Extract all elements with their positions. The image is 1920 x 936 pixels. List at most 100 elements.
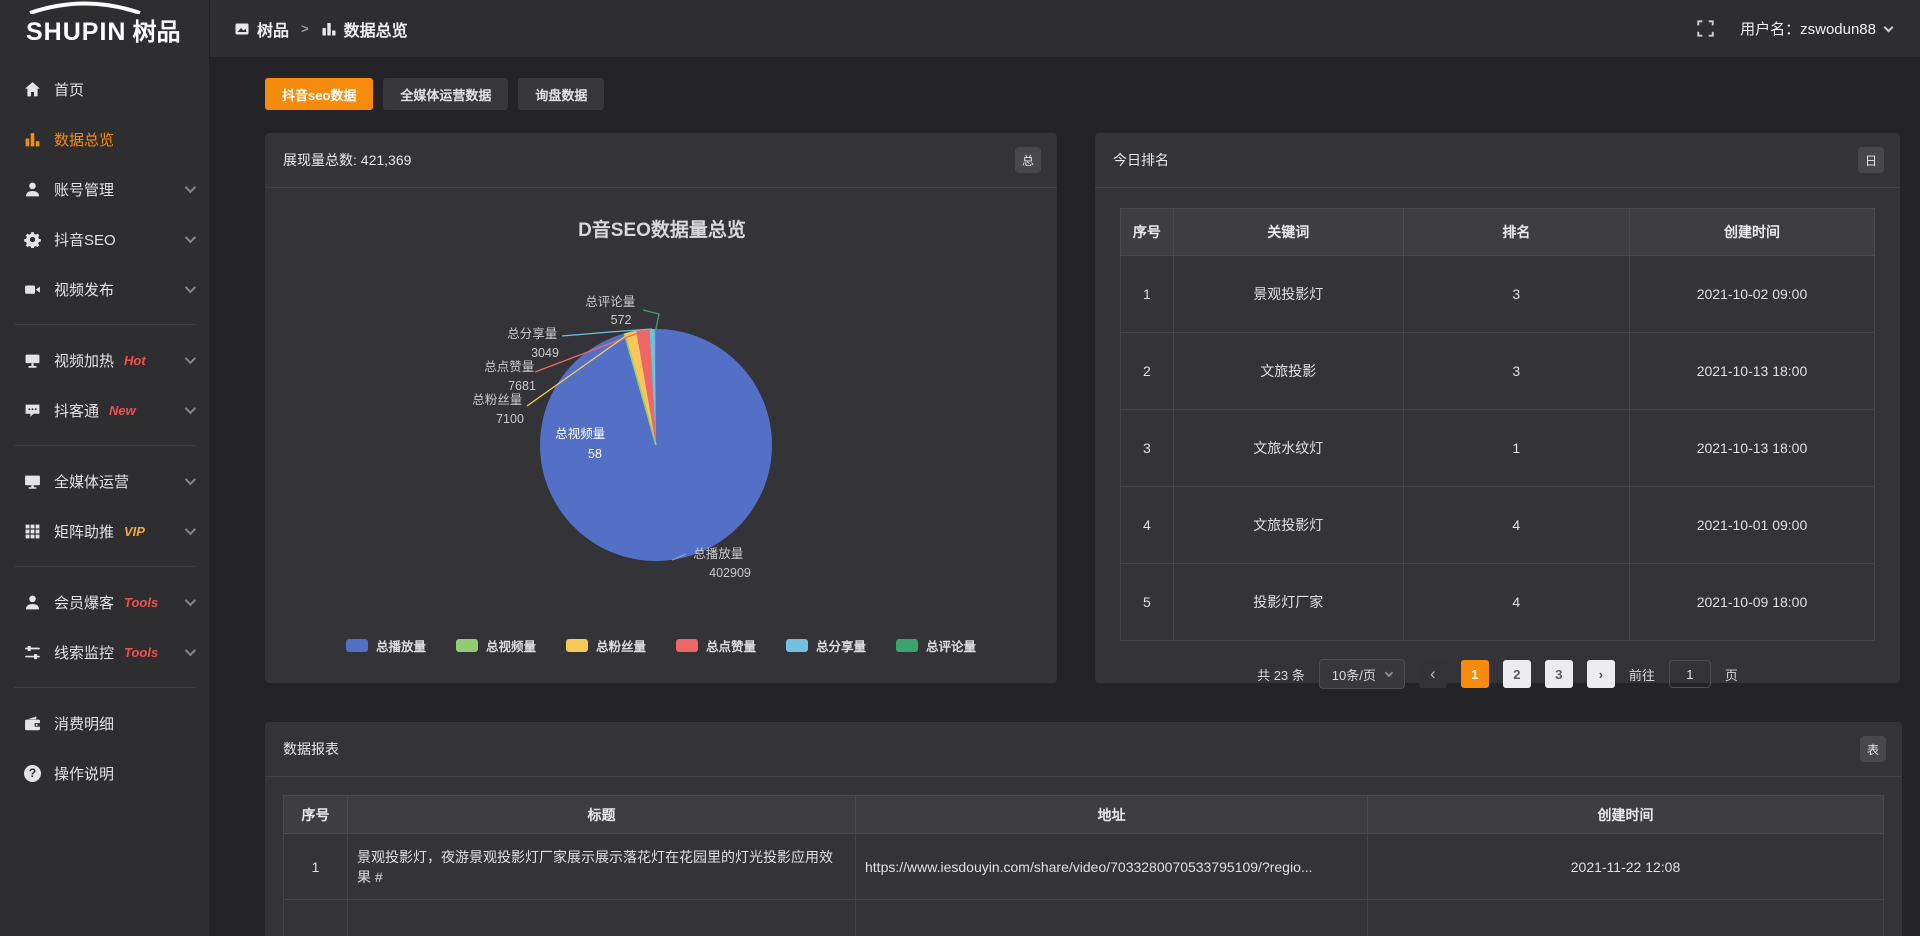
legend-item[interactable]: 总分享量 — [786, 636, 866, 655]
prev-page-button[interactable]: ‹ — [1419, 660, 1447, 688]
sidebar-item-label: 操作说明 — [54, 763, 114, 784]
legend-swatch — [676, 639, 698, 652]
col-url: 地址 — [856, 796, 1368, 834]
goto-page-input[interactable] — [1669, 660, 1711, 688]
chevron-down-icon — [185, 524, 196, 535]
sidebar-item-data-overview[interactable]: 数据总览 — [0, 114, 209, 164]
logo[interactable]: SHUPIN 树品 — [0, 0, 209, 58]
sidebar-item-media-operation[interactable]: 全媒体运营 — [0, 456, 209, 506]
report-table: 序号 标题 地址 创建时间 1 景观投影灯，夜游景观投影灯厂家展示展示落花灯在花… — [283, 795, 1884, 936]
data-tabs: 抖音seo数据 全媒体运营数据 询盘数据 — [265, 78, 1900, 110]
sidebar-item-label: 抖音SEO — [54, 229, 116, 250]
chart-title: D音SEO数据量总览 — [578, 218, 746, 241]
chevron-down-icon — [185, 645, 196, 656]
user-menu[interactable]: 用户名：zswodun88 — [1740, 18, 1892, 39]
chart-legend: 总播放量 总视频量 总粉丝量 总点赞量 总分享量 总评论量 — [265, 636, 1057, 655]
sidebar-item-instructions[interactable]: ? 操作说明 — [0, 748, 209, 798]
table-row[interactable]: 1 景观投影灯，夜游景观投影灯厂家展示展示落花灯在花园里的灯光投影应用效果 # … — [284, 834, 1884, 900]
sidebar-item-member-tools[interactable]: 会员爆客 Tools — [0, 577, 209, 627]
col-index: 序号 — [1121, 209, 1174, 256]
tab-media-operation[interactable]: 全媒体运营数据 — [383, 78, 508, 110]
legend-swatch — [566, 639, 588, 652]
breadcrumb-root[interactable]: 树品 — [257, 17, 289, 41]
wallet-icon — [24, 715, 41, 732]
tab-inquiry[interactable]: 询盘数据 — [518, 78, 604, 110]
legend-swatch — [456, 639, 478, 652]
sidebar-item-matrix-boost[interactable]: 矩阵助推 VIP — [0, 506, 209, 556]
overview-title: 展现量总数: 421,369 — [283, 150, 411, 170]
sidebar-item-account[interactable]: 账号管理 — [0, 164, 209, 214]
table-row[interactable]: 1景观投影灯32021-10-02 09:00 — [1121, 256, 1875, 333]
col-keyword: 关键词 — [1173, 209, 1403, 256]
next-page-button[interactable]: › — [1587, 660, 1615, 688]
sidebar-item-doukertong[interactable]: 抖客通 New — [0, 385, 209, 435]
video-url-link[interactable]: https://www.iesdouyin.com/share/video/70… — [856, 834, 1368, 900]
page-button-3[interactable]: 3 — [1545, 660, 1573, 688]
table-header-row: 序号 关键词 排名 创建时间 — [1121, 209, 1875, 256]
chevron-down-icon — [185, 182, 196, 193]
breadcrumb-chart-icon — [321, 21, 337, 37]
tab-douyin-seo[interactable]: 抖音seo数据 — [265, 78, 373, 110]
member-icon — [24, 594, 41, 611]
sidebar-item-video-publish[interactable]: 视频发布 — [0, 264, 209, 314]
col-rank: 排名 — [1403, 209, 1629, 256]
pie-label-fans: 总粉丝量 7100 — [472, 392, 526, 426]
chevron-down-icon — [185, 403, 196, 414]
table-toggle-button[interactable]: 表 — [1860, 736, 1886, 762]
monitor-icon — [24, 473, 41, 490]
table-row — [284, 900, 1884, 936]
breadcrumb: 树品 > 数据总览 — [234, 17, 408, 41]
total-toggle-button[interactable]: 总 — [1015, 147, 1041, 173]
legend-item[interactable]: 总视频量 — [456, 636, 536, 655]
sidebar-menu: 首页 数据总览 账号管理 抖音SEO 视频发布 — [0, 58, 209, 798]
fullscreen-icon[interactable] — [1697, 20, 1714, 37]
sidebar-item-lead-monitor[interactable]: 线索监控 Tools — [0, 627, 209, 677]
vip-badge: VIP — [124, 524, 145, 539]
sidebar-item-label: 全媒体运营 — [54, 471, 129, 492]
legend-item[interactable]: 总评论量 — [896, 636, 976, 655]
legend-item[interactable]: 总点赞量 — [676, 636, 756, 655]
pagination: 共 23 条 10条/页 ‹ 1 2 3 › 前往 页 — [1120, 659, 1875, 689]
legend-item[interactable]: 总播放量 — [346, 636, 426, 655]
heat-screen-icon — [24, 352, 41, 369]
chevron-down-icon — [185, 232, 196, 243]
ranking-panel: 今日排名 日 序号 关键词 排名 创建时间 — [1095, 133, 1900, 683]
sidebar-item-label: 视频发布 — [54, 279, 114, 300]
pie-label-comments: 总评论量 572 — [585, 295, 639, 327]
sidebar-item-video-heat[interactable]: 视频加热 Hot — [0, 335, 209, 385]
page-button-2[interactable]: 2 — [1503, 660, 1531, 688]
chevron-down-icon — [185, 353, 196, 364]
page-button-1[interactable]: 1 — [1461, 660, 1489, 688]
leader-comments — [643, 310, 659, 329]
table-row[interactable]: 4文旅投影灯42021-10-01 09:00 — [1121, 487, 1875, 564]
col-created: 创建时间 — [1368, 796, 1884, 834]
table-row[interactable]: 5投影灯厂家42021-10-09 18:00 — [1121, 564, 1875, 641]
day-toggle-button[interactable]: 日 — [1858, 147, 1884, 173]
username: 用户名：zswodun88 — [1740, 18, 1876, 39]
breadcrumb-page-icon — [234, 21, 250, 37]
sidebar: SHUPIN 树品 首页 数据总览 账号管理 抖音SEO — [0, 0, 210, 936]
legend-swatch — [896, 639, 918, 652]
table-row[interactable]: 2文旅投影32021-10-13 18:00 — [1121, 333, 1875, 410]
report-panel: 数据报表 表 序号 标题 地址 创建时间 — [265, 722, 1902, 936]
dashboard-screen: SHUPIN 树品 首页 数据总览 账号管理 抖音SEO — [0, 0, 1920, 936]
goto-unit: 页 — [1725, 665, 1738, 684]
table-row[interactable]: 3文旅水纹灯12021-10-13 18:00 — [1121, 410, 1875, 487]
main-content: 抖音seo数据 全媒体运营数据 询盘数据 展现量总数: 421,369 总 D音… — [210, 58, 1920, 936]
page-size-select[interactable]: 10条/页 — [1319, 659, 1405, 689]
legend-item[interactable]: 总粉丝量 — [566, 636, 646, 655]
col-index: 序号 — [284, 796, 348, 834]
pie-label-shares: 总分享量 3049 — [507, 326, 561, 360]
sidebar-divider — [14, 324, 195, 325]
pie-label-likes: 总点赞量 7681 — [484, 360, 538, 393]
user-icon — [24, 181, 41, 198]
chevron-down-icon — [1884, 22, 1894, 32]
sidebar-item-spending-detail[interactable]: 消费明细 — [0, 698, 209, 748]
topbar: 树品 > 数据总览 用户名：zswodun88 — [210, 0, 1920, 58]
pie-chart: D音SEO数据量总览 总评论量 — [265, 188, 1057, 628]
sidebar-item-home[interactable]: 首页 — [0, 64, 209, 114]
sidebar-item-label: 视频加热 — [54, 350, 114, 371]
chevron-down-icon — [185, 595, 196, 606]
sidebar-item-douyin-seo[interactable]: 抖音SEO — [0, 214, 209, 264]
logo-arc — [26, 0, 144, 14]
